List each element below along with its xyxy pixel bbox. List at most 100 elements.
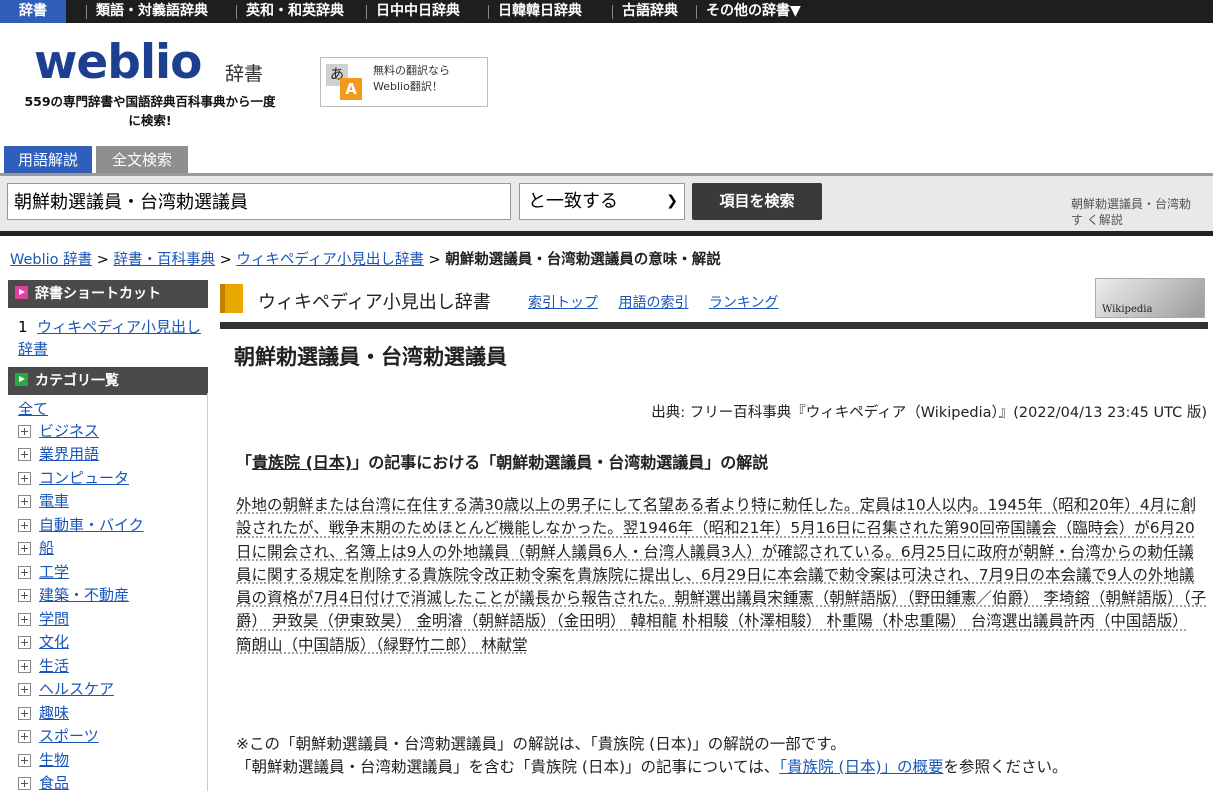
category-link-real-estate[interactable]: 建築・不動産	[39, 586, 129, 604]
nav-thesaurus[interactable]: 類語・対義語辞典	[88, 0, 216, 23]
expand-plus-icon[interactable]	[18, 613, 31, 626]
main-divider	[220, 322, 1208, 329]
category-item: 電車	[18, 490, 69, 512]
dictionary-name: ウィキペディア小見出し辞書	[258, 292, 491, 313]
category-all[interactable]: 全て	[18, 400, 48, 418]
subheading-post: 」の記事における「朝鮮勅選議員・台湾勅選議員」の解説	[352, 453, 769, 472]
note-line2-post: を参照ください。	[943, 758, 1068, 776]
nav-divider	[488, 5, 489, 19]
tab-fulltext-search[interactable]: 全文検索	[96, 146, 188, 173]
expand-plus-icon[interactable]	[18, 566, 31, 579]
match-select[interactable]: と一致する ❯	[519, 183, 685, 220]
shortcut-index: 1	[18, 318, 28, 336]
translate-line1: 無料の翻訳なら	[373, 64, 450, 77]
breadcrumb-link-weblio[interactable]: Weblio 辞書	[10, 252, 92, 268]
wikipedia-logo[interactable]: Wikipedia	[1095, 278, 1205, 318]
link-ranking[interactable]: ランキング	[709, 295, 779, 311]
article-body: 外地の朝鮮または台湾に在住する満30歳以上の男子にして名望ある者より特に勅任した…	[236, 496, 1207, 654]
expand-plus-icon[interactable]	[18, 730, 31, 743]
nav-divider	[86, 5, 87, 19]
category-header: カテゴリ一覧	[8, 367, 208, 395]
category-link-sports[interactable]: スポーツ	[39, 727, 99, 745]
expand-plus-icon[interactable]	[18, 754, 31, 767]
category-link-hobby[interactable]: 趣味	[39, 704, 69, 722]
category-link-food[interactable]: 食品	[39, 774, 69, 792]
expand-plus-icon[interactable]	[18, 542, 31, 555]
top-nav: 辞書 類語・対義語辞典 英和・和英辞典 日中中日辞典 日韓韓日辞典 古語辞典 そ…	[0, 0, 1213, 23]
category-item: 工学	[18, 561, 69, 583]
category-item: スポーツ	[18, 725, 99, 747]
expand-plus-icon[interactable]	[18, 777, 31, 790]
article-subheading: 「貴族院 (日本)」の記事における「朝鮮勅選議員・台湾勅選議員」の解説	[236, 449, 768, 473]
translate-banner[interactable]: あ A 無料の翻訳なら Weblio翻訳！	[320, 57, 488, 107]
category-link-biology[interactable]: 生物	[39, 751, 69, 769]
subheading-article-link[interactable]: 貴族院 (日本)	[252, 453, 352, 472]
category-item: 船	[18, 537, 54, 559]
page-title: 朝鮮勅選議員・台湾勅選議員	[234, 345, 507, 369]
nav-divider	[612, 5, 613, 19]
expand-plus-icon[interactable]	[18, 683, 31, 696]
category-link-industry[interactable]: 業界用語	[39, 445, 99, 463]
category-link-healthcare[interactable]: ヘルスケア	[39, 680, 114, 698]
nav-korean[interactable]: 日韓韓日辞典	[490, 0, 590, 23]
nav-dictionary[interactable]: 辞書	[0, 0, 66, 23]
category-header-label: カテゴリ一覧	[35, 373, 119, 389]
note-line2: 「朝鮮勅選議員・台湾勅選議員」を含む「貴族院 (日本)」の記事については、「貴族…	[236, 756, 1208, 779]
wikipedia-logo-text: Wikipedia	[1102, 304, 1153, 315]
weblio-logo[interactable]: weblio 辞書	[34, 35, 263, 90]
note-overview-link[interactable]: 「貴族院 (日本)」の概要	[779, 758, 943, 776]
expand-plus-icon[interactable]	[18, 636, 31, 649]
link-index-top[interactable]: 索引トップ	[528, 295, 598, 311]
breadcrumb-separator: >	[219, 252, 232, 268]
logo-text: weblio	[34, 35, 202, 90]
expand-plus-icon[interactable]	[18, 707, 31, 720]
category-link-business[interactable]: ビジネス	[39, 422, 99, 440]
category-link-computer[interactable]: コンピュータ	[39, 469, 129, 487]
nav-english[interactable]: 英和・和英辞典	[238, 0, 352, 23]
expand-plus-icon[interactable]	[18, 472, 31, 485]
search-button[interactable]: 項目を検索	[692, 183, 822, 220]
expand-plus-icon[interactable]	[18, 589, 31, 602]
note-line2-pre: 「朝鮮勅選議員・台湾勅選議員」を含む「貴族院 (日本)」の記事については、	[236, 758, 780, 776]
breadcrumb: Weblio 辞書 > 辞書・百科事典 > ウィキペディア小見出し辞書 > 朝鮮…	[10, 248, 721, 269]
breadcrumb-link-wikipedia[interactable]: ウィキペディア小見出し辞書	[236, 252, 423, 268]
category-link-life[interactable]: 生活	[39, 657, 69, 675]
chevron-down-icon: ❯	[666, 193, 678, 209]
search-input[interactable]: 朝鮮勅選議員・台湾勅選議員	[7, 183, 511, 220]
category-link-engineering[interactable]: 工学	[39, 563, 69, 581]
nav-divider	[696, 5, 697, 19]
nav-classical[interactable]: 古語辞典	[614, 0, 686, 23]
breadcrumb-separator: >	[96, 252, 109, 268]
expand-plus-icon[interactable]	[18, 425, 31, 438]
search-side-text: 朝鮮勅選議員・台湾勅 す く解説	[1071, 196, 1213, 228]
category-link-ship[interactable]: 船	[39, 539, 54, 557]
category-link-culture[interactable]: 文化	[39, 633, 69, 651]
nav-divider	[366, 5, 367, 19]
search-side-line2: す く解説	[1071, 213, 1123, 227]
shortcut-link-wikipedia[interactable]: ウィキペディア小見出し辞書	[18, 318, 201, 358]
expand-plus-icon[interactable]	[18, 660, 31, 673]
logo-suffix: 辞書	[225, 63, 264, 85]
category-link-train[interactable]: 電車	[39, 492, 69, 510]
search-side-line1: 朝鮮勅選議員・台湾勅	[1071, 197, 1192, 211]
expand-plus-icon[interactable]	[18, 448, 31, 461]
category-list: 全て ビジネス 業界用語 コンピュータ 電車 自動車・バイク 船 工学 建築・不…	[18, 399, 208, 792]
category-link-academics[interactable]: 学問	[39, 610, 69, 628]
play-icon	[15, 373, 28, 386]
category-item: 文化	[18, 631, 69, 653]
category-item: 自動車・バイク	[18, 514, 144, 536]
source-citation: 出典: フリー百科事典『ウィキペディア（Wikipedia）』(2022/04/…	[651, 405, 1207, 421]
category-item: ビジネス	[18, 420, 99, 442]
tab-term-explanation[interactable]: 用語解説	[4, 146, 92, 173]
tagline: 559の専門辞書や国語辞典百科事典から一度に検索!	[24, 94, 276, 128]
breadcrumb-link-encyclopedia[interactable]: 辞書・百科事典	[114, 252, 216, 268]
link-term-index[interactable]: 用語の索引	[618, 295, 688, 311]
nav-chinese[interactable]: 日中中日辞典	[368, 0, 468, 23]
expand-plus-icon[interactable]	[18, 519, 31, 532]
category-item: 業界用語	[18, 443, 99, 465]
category-link-automobile[interactable]: 自動車・バイク	[39, 516, 144, 534]
category-item: 建築・不動産	[18, 584, 129, 606]
expand-plus-icon[interactable]	[18, 495, 31, 508]
nav-other-dictionaries[interactable]: その他の辞書▼	[698, 0, 809, 23]
translate-text: 無料の翻訳なら Weblio翻訳！	[373, 63, 450, 95]
